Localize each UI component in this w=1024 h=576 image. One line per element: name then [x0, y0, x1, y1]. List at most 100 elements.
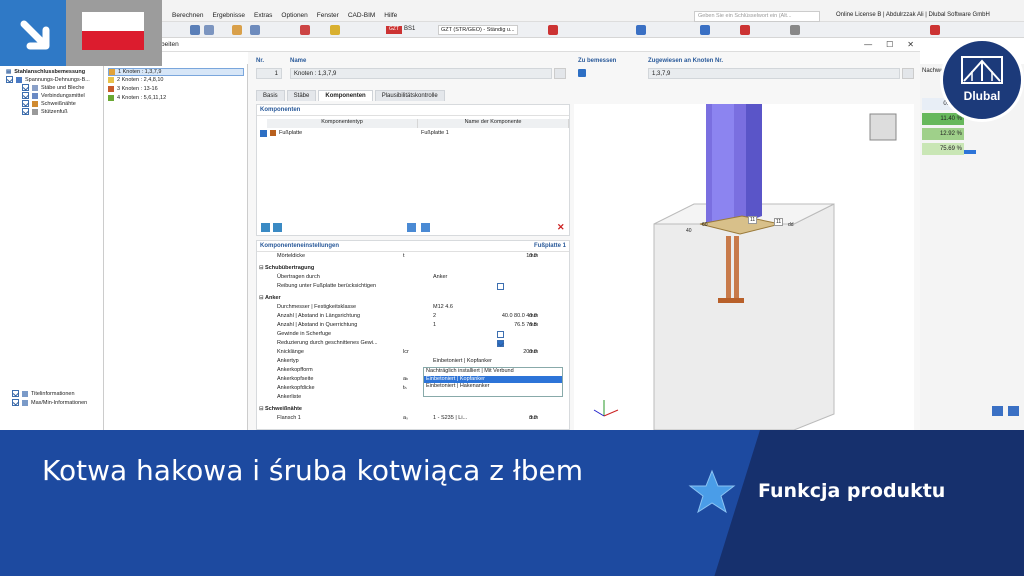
navigator-item[interactable]: Verbindungsmittel	[22, 92, 85, 99]
row-checkbox[interactable]	[260, 130, 267, 137]
settings-row[interactable]: Durchmesser | Festigkeitsklasse M12 4.6	[261, 304, 567, 312]
node-item[interactable]: 3 Knoten : 13-16	[108, 86, 158, 92]
maximize-icon[interactable]: ☐	[886, 40, 893, 49]
name-label: Name	[290, 58, 307, 64]
toolbar-icon[interactable]	[204, 25, 214, 35]
node-item[interactable]: 1 Knoten : 1,3,7,9	[108, 68, 244, 76]
item-icon	[32, 84, 38, 91]
checkbox[interactable]	[22, 108, 29, 115]
minimize-icon[interactable]: —	[864, 40, 872, 49]
tab-bar: Basis Stäbe Komponenten Plausibilitätskontr…	[256, 90, 445, 101]
toolbar-icon[interactable]	[790, 25, 800, 35]
dropdown-option[interactable]: Einbetoniert | Kopfanker	[424, 375, 562, 383]
settings-group[interactable]: Schubübertragung ⊟	[259, 265, 567, 273]
settings-row[interactable]: Anzahl | Abstand in Längsrichtung 2 40.0 8…	[261, 313, 567, 321]
save-icon[interactable]	[421, 223, 430, 232]
settings-row[interactable]: Mörteldicke t 10.0 mm	[261, 253, 567, 261]
navigator-bottom-item[interactable]: Titelinformationen	[12, 390, 75, 397]
table-row[interactable]: Fußplatte Fußplatte 1	[259, 129, 569, 138]
no-label: Nr.	[256, 58, 265, 64]
close-icon[interactable]: ✕	[907, 40, 914, 49]
node-item[interactable]: 2 Knoten : 2,4,8,10	[108, 77, 163, 83]
dropdown-option[interactable]: Einbetoniert | Hakenanker	[424, 383, 562, 391]
toolbar-icon[interactable]	[548, 25, 558, 35]
checkbox[interactable]	[22, 92, 29, 99]
toolbar-icon[interactable]	[250, 25, 260, 35]
menu-item[interactable]: Optionen	[281, 12, 307, 19]
settings-group[interactable]: Schweißnähte ⊟	[259, 406, 567, 414]
menu-item[interactable]: Ergebnisse	[212, 12, 245, 19]
settings-row[interactable]: Reibung unter Fußplatte berücksichtigen	[261, 283, 567, 291]
toolbar-icon[interactable]	[232, 25, 242, 35]
dim-label: 60	[702, 222, 708, 228]
3d-view[interactable]: 11 11 40 60 dd	[574, 100, 914, 431]
panel-icon[interactable]	[1008, 406, 1019, 416]
settings-row[interactable]: Gewinde in Scherfuge	[261, 331, 567, 339]
view-cube-icon[interactable]	[869, 113, 897, 141]
navigator-item[interactable]: Schweißnähte	[22, 100, 76, 107]
toolbar-icon[interactable]	[700, 25, 710, 35]
toolbar-icon[interactable]	[300, 25, 310, 35]
result-value: 12.92 %	[922, 128, 964, 140]
collapse-icon[interactable]: ⊟	[259, 295, 264, 301]
anchor-rod	[726, 236, 731, 300]
navigator-bottom-item[interactable]: Max/Min-Informationen	[12, 399, 87, 406]
headline: Kotwa hakowa i śruba kotwiąca z łbem	[42, 454, 584, 487]
menu-item[interactable]: Berechnen	[172, 12, 203, 19]
tab-2[interactable]: Komponenten	[318, 90, 373, 101]
toolbar-icon[interactable]	[330, 25, 340, 35]
menu-item[interactable]: Fenster	[317, 12, 339, 19]
toolbar-icon[interactable]	[740, 25, 750, 35]
anchor-type-dropdown[interactable]: Nachträglich installiert | Mit Verbund Ei…	[423, 367, 563, 397]
checkbox[interactable]	[22, 84, 29, 91]
toolbar-icon[interactable]	[636, 25, 646, 35]
node-list: 1 Knoten : 1,3,7,9 2 Knoten : 2,4,8,10 3 K…	[104, 64, 248, 430]
assigned-field[interactable]: 1,3,7,9	[648, 68, 900, 79]
tab-3[interactable]: Plausibilitätskontrolle	[374, 90, 445, 101]
menu-item[interactable]: Extras	[254, 12, 272, 19]
checkbox[interactable]	[497, 340, 504, 347]
navigator-item[interactable]: Spannungs-Dehnungs-B...	[6, 76, 90, 83]
collapse-icon[interactable]: ⊟	[259, 265, 264, 271]
settings-row[interactable]: Ankertyp Einbetoniert | Kopfanker	[261, 358, 567, 366]
navigator-item[interactable]: Stäbe und Bleche	[22, 84, 84, 91]
no-field[interactable]: 1	[256, 68, 282, 79]
copy-icon[interactable]	[273, 223, 282, 232]
steel-icon: ▤	[6, 69, 12, 75]
search-input[interactable]: Geben Sie ein Schlüsselwort ein (Alt...	[694, 11, 820, 22]
checkbox[interactable]	[12, 390, 19, 397]
node-item[interactable]: 4 Knoten : 5,6,11,12	[108, 95, 166, 101]
checkbox[interactable]	[22, 100, 29, 107]
navigator-item[interactable]: Stützenfuß	[22, 108, 68, 115]
checkbox[interactable]	[497, 283, 504, 290]
column-face	[712, 104, 734, 222]
dropdown-option[interactable]: Nachträglich installiert | Mit Verbund	[424, 368, 562, 376]
settings-row[interactable]: Anzahl | Abstand in Querrichtung 1 76.5 76…	[261, 322, 567, 330]
insert-icon[interactable]	[261, 223, 270, 232]
tab-1[interactable]: Stäbe	[286, 90, 317, 101]
toolbar-icon[interactable]	[190, 25, 200, 35]
combo-select[interactable]: GZT (STR/GEO) - Ständig u...	[438, 25, 518, 35]
menu-item[interactable]: Hilfe	[384, 12, 397, 19]
navigator-root[interactable]: ▤ Stahlanschlussbemessung	[6, 69, 85, 75]
edit-icon[interactable]	[554, 68, 566, 79]
toolbar-icon[interactable]	[930, 25, 940, 35]
column-flange	[746, 100, 762, 222]
design-checkbox[interactable]	[578, 69, 586, 77]
collapse-icon[interactable]: ⊟	[259, 406, 264, 412]
tab-0[interactable]: Basis	[256, 90, 285, 101]
delete-icon[interactable]: ✕	[557, 223, 565, 232]
checkbox[interactable]	[12, 399, 19, 406]
settings-row[interactable]: Flansch 1 aₛ 1 - S235 | Li... 3.0 mm	[261, 415, 567, 423]
name-field[interactable]: Knoten : 1,3,7,9	[290, 68, 552, 79]
library-icon[interactable]	[407, 223, 416, 232]
settings-group[interactable]: Anker ⊟	[259, 295, 567, 303]
settings-row[interactable]: Knicklänge lcr 200.0 mm	[261, 349, 567, 357]
checkbox[interactable]	[497, 331, 504, 338]
checkbox[interactable]	[6, 76, 13, 83]
menu-item[interactable]: CAD-BIM	[348, 12, 375, 19]
panel-icon[interactable]	[992, 406, 1003, 416]
select-node-icon[interactable]	[902, 68, 914, 79]
settings-row[interactable]: Übertragen durch Anker	[261, 274, 567, 282]
settings-row[interactable]: Reduzierung durch geschnittenes Gewi...	[261, 340, 567, 348]
